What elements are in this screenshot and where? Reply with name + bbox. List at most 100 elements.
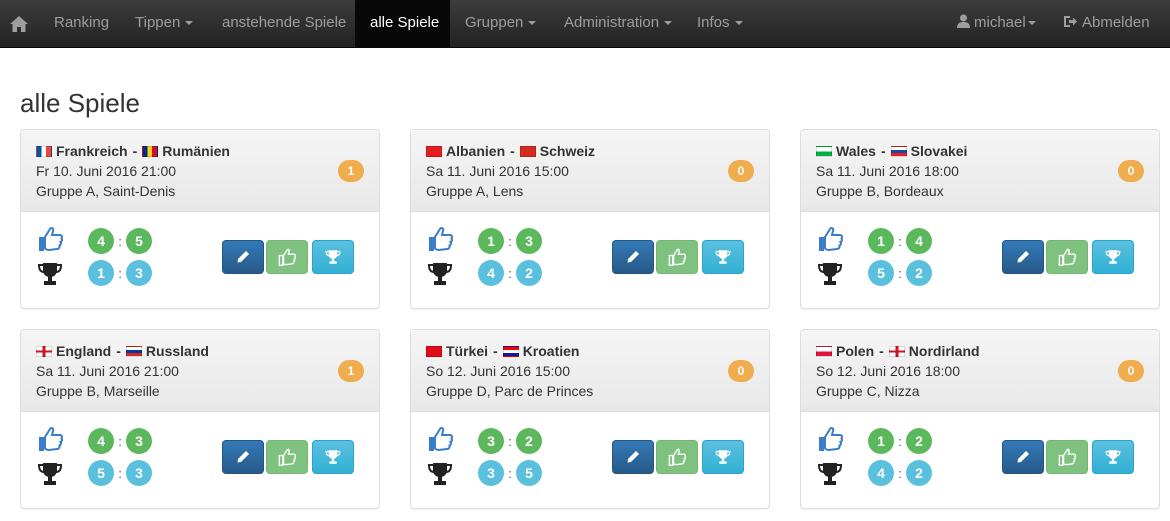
match-card-header: Polen - Nordirland So 12. Juni 2016 18:0… [801,330,1159,412]
tip-away-goals: 2 [516,428,542,454]
match-card-header: Wales - Slovakei Sa 11. Juni 2016 18:00 … [801,130,1159,212]
match-date: Sa 11. Juni 2016 18:00 [816,163,959,179]
edit-tip-button[interactable] [612,240,654,274]
trophy-icon [715,450,731,464]
nav-gruppen[interactable]: Gruppen [450,0,551,47]
team-separator: - [510,143,515,159]
result-button[interactable] [1092,240,1134,274]
away-team: Rumänien [162,143,230,159]
tip-away-goals: 5 [126,228,152,254]
nav-anstehende-spiele[interactable]: anstehende Spiele [207,0,361,47]
home-flag-icon [426,345,442,357]
tips-overview-button[interactable] [656,240,698,274]
edit-tip-button[interactable] [612,440,654,474]
trophy-icon [325,450,341,464]
home-flag-icon [816,345,832,357]
tips-overview-button[interactable] [656,440,698,474]
edit-tip-button[interactable] [1002,440,1044,474]
tips-overview-button[interactable] [266,240,308,274]
result-button[interactable] [312,440,354,474]
result-home-goals: 1 [88,260,114,286]
result-button[interactable] [702,440,744,474]
tips-overview-button[interactable] [1046,240,1088,274]
result-away-goals: 3 [126,460,152,486]
result-score: 3 : 5 [478,460,542,486]
result-score: 5 : 2 [868,260,932,286]
result-home-goals: 5 [88,460,114,486]
thumbs-up-icon [668,248,686,266]
navbar: Ranking Tippen anstehende Spiele alle Sp… [0,0,1170,48]
tip-away-goals: 2 [906,428,932,454]
edit-tip-button[interactable] [222,240,264,274]
nav-infos[interactable]: Infos [682,0,758,47]
caret-down-icon [528,21,537,26]
result-button[interactable] [1092,440,1134,474]
result-button[interactable] [312,240,354,274]
tips-overview-button[interactable] [1046,440,1088,474]
nav-administration[interactable]: Administration [549,0,687,47]
away-team: Nordirland [908,343,980,359]
score-colon: : [508,233,512,249]
tip-home-goals: 1 [478,228,504,254]
trophy-icon [1105,250,1121,264]
trophy-icon [325,250,341,264]
tip-away-goals: 3 [516,228,542,254]
tip-home-goals: 1 [868,428,894,454]
match-card-header: England - Russland Sa 11. Juni 2016 21:0… [21,330,379,412]
tip-away-goals: 3 [126,428,152,454]
pencil-icon [237,451,249,463]
trophy-icon [817,263,843,285]
away-team: Schweiz [539,143,596,159]
team-separator: - [880,143,886,159]
points-badge: 1 [338,160,364,182]
result-score: 1 : 3 [88,260,152,286]
result-away-goals: 2 [516,260,542,286]
score-colon: : [898,465,902,481]
score-colon: : [508,433,512,449]
thumbs-up-icon [39,226,63,252]
match-teams: Türkei - Kroatien [426,343,579,359]
score-colon: : [118,433,122,449]
page-title: alle Spiele [20,88,140,118]
score-colon: : [898,233,902,249]
nav-alle-spiele[interactable]: alle Spiele [355,0,450,47]
thumbs-up-icon [819,426,843,452]
home-team: Albanien [446,143,506,159]
score-colon: : [118,465,122,481]
thumbs-up-icon [278,448,296,466]
home-team: Türkei [446,343,489,359]
tip-score: 1 : 4 [868,228,932,254]
home-flag-icon [36,345,52,357]
match-card-header: Frankreich - Rumänien Fr 10. Juni 2016 2… [21,130,379,212]
home-button[interactable] [0,0,38,48]
score-colon: : [118,233,122,249]
points-badge: 0 [728,160,754,182]
tip-score: 4 : 3 [88,428,152,454]
result-away-goals: 2 [906,260,932,286]
score-colon: : [508,465,512,481]
match-card: Albanien - Schweiz Sa 11. Juni 2016 15:0… [410,129,770,309]
match-venue: Gruppe D, Parc de Princes [426,383,594,399]
trophy-icon [427,263,453,285]
result-home-goals: 4 [478,260,504,286]
thumbs-up-icon [429,426,453,452]
edit-tip-button[interactable] [222,440,264,474]
match-venue: Gruppe B, Marseille [36,383,160,399]
tips-overview-button[interactable] [266,440,308,474]
match-card: Türkei - Kroatien So 12. Juni 2016 15:00… [410,329,770,509]
match-venue: Gruppe B, Bordeaux [816,183,944,199]
away-team: Russland [145,343,209,359]
nav-ranking[interactable]: Ranking [39,0,124,47]
tip-score: 1 : 3 [478,228,542,254]
result-button[interactable] [702,240,744,274]
match-teams: Polen - Nordirland [816,343,980,359]
tip-home-goals: 4 [88,228,114,254]
match-date: Sa 11. Juni 2016 21:00 [36,363,179,379]
nav-logout[interactable]: Abmelden [1063,0,1150,47]
edit-tip-button[interactable] [1002,240,1044,274]
home-team: Frankreich [56,143,128,159]
nav-tippen[interactable]: Tippen [120,0,208,47]
pencil-icon [627,251,639,263]
nav-user[interactable]: michael [957,0,1036,47]
thumbs-up-icon [39,426,63,452]
